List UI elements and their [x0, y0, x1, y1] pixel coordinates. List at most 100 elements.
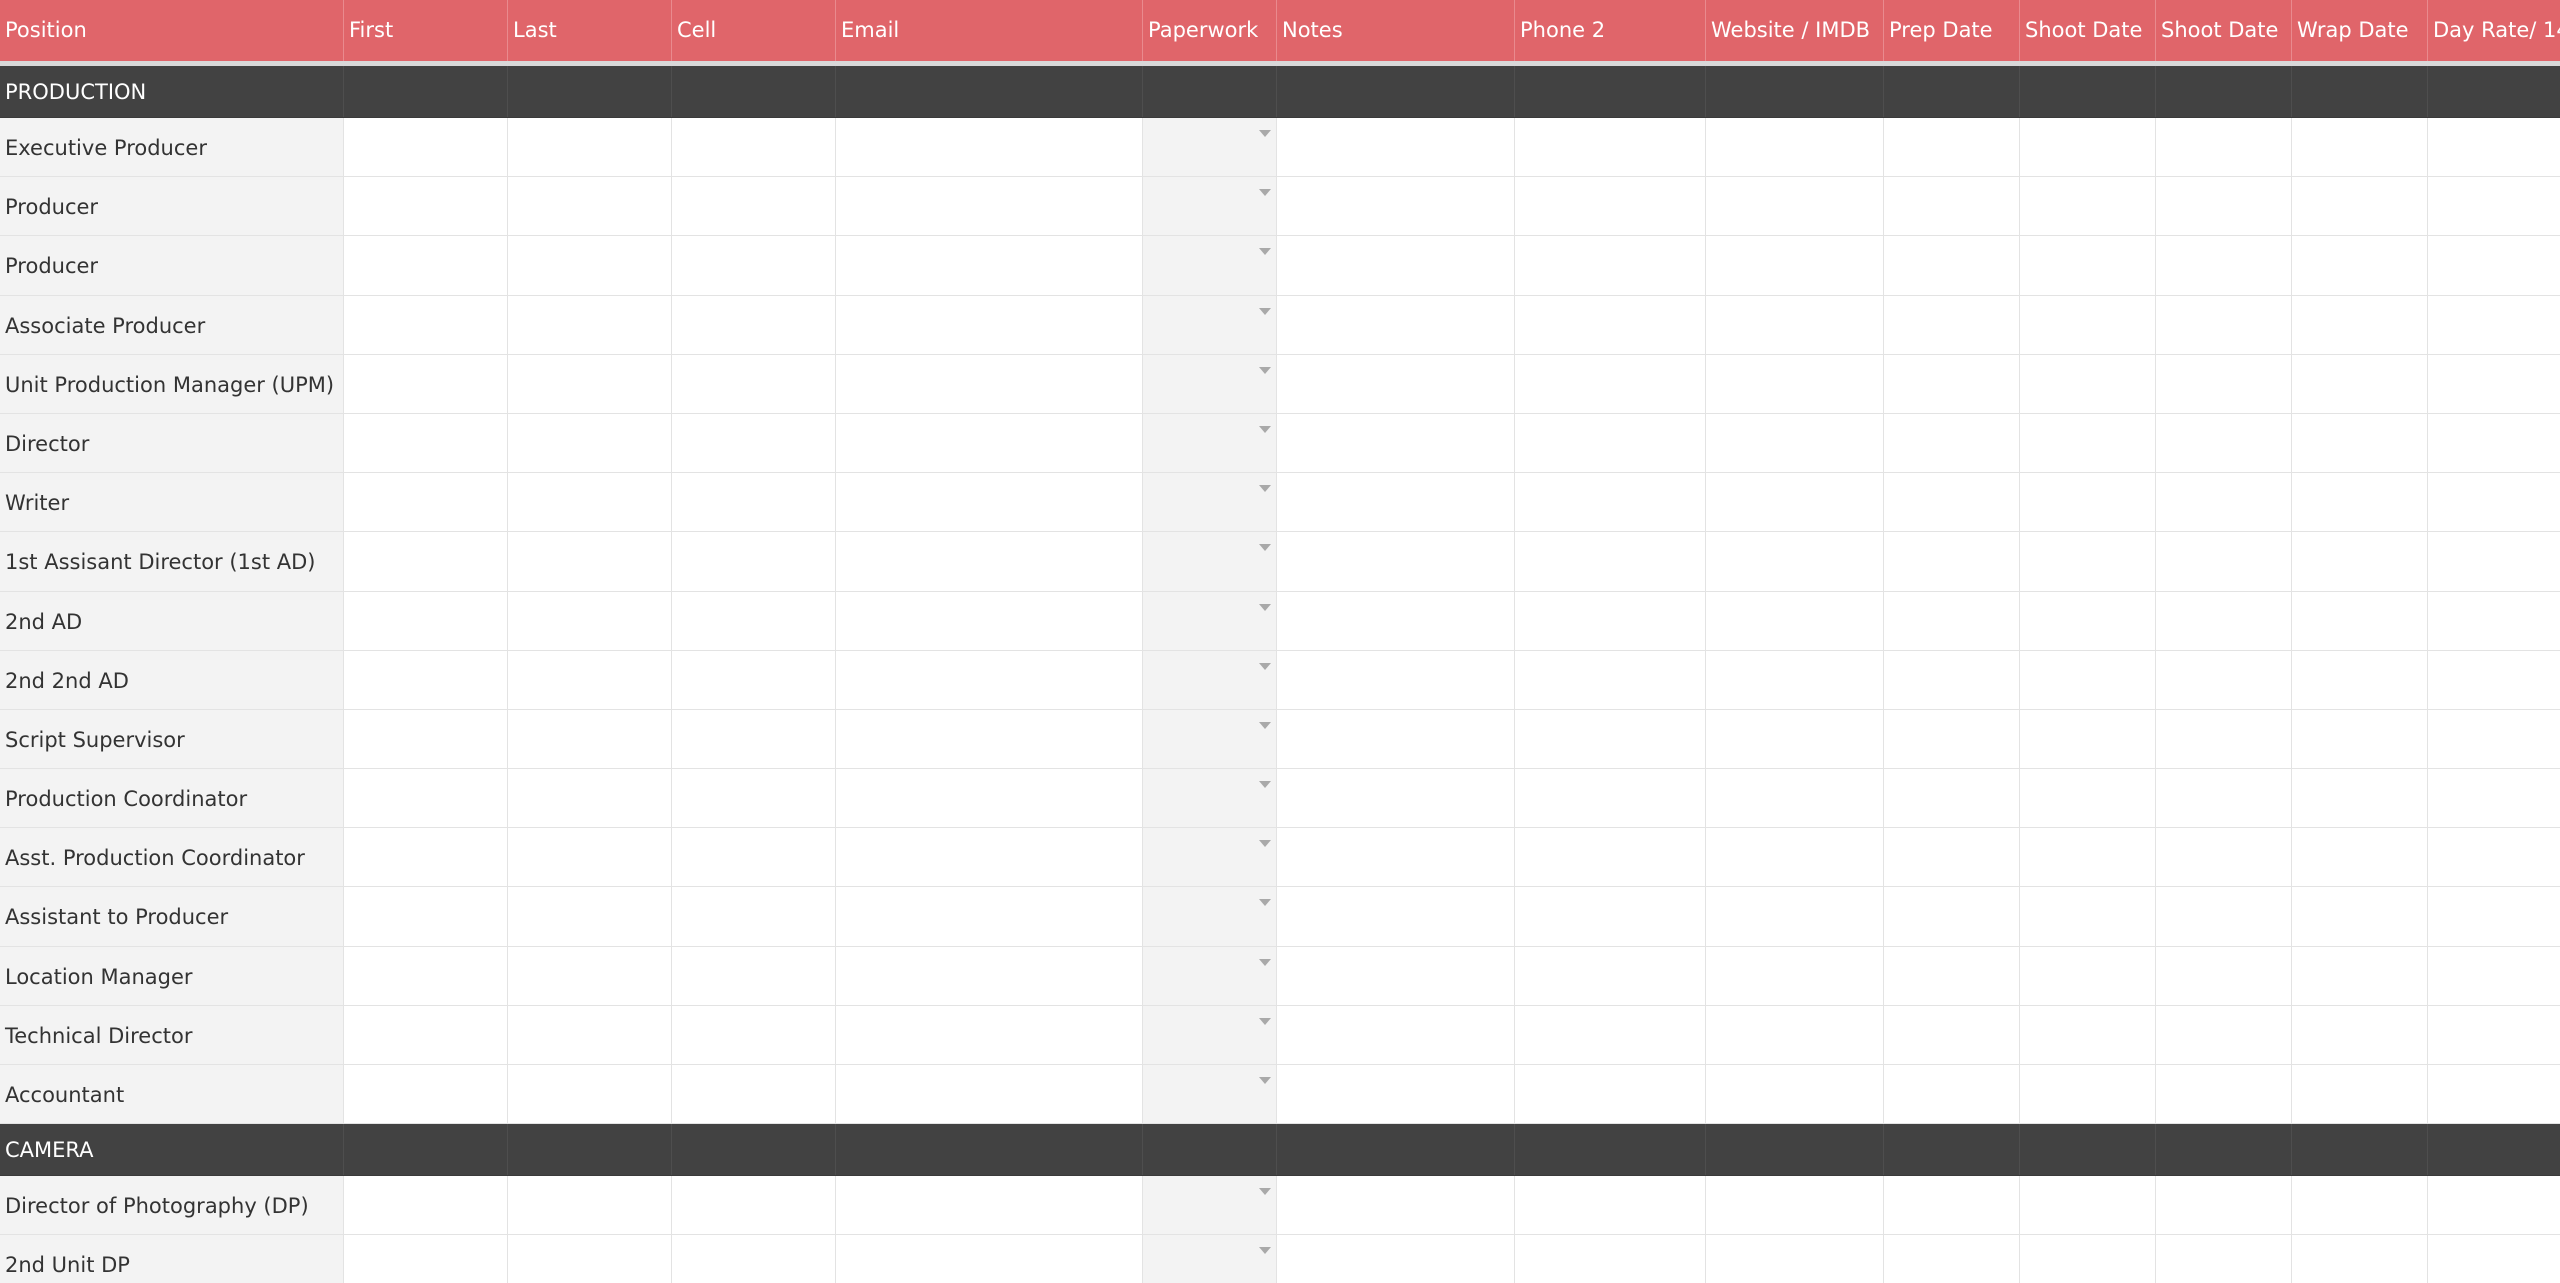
cell-cell[interactable]: [672, 769, 836, 828]
paperwork-dropdown-cell[interactable]: [1143, 1005, 1277, 1064]
cell-prep-date[interactable]: [1884, 118, 2020, 177]
cell-wrap-date[interactable]: [2292, 591, 2428, 650]
cell-shoot-date[interactable]: [2156, 118, 2292, 177]
cell-day-rate-14[interactable]: [2428, 177, 2560, 235]
cell-email[interactable]: [836, 1235, 1143, 1283]
column-header-day-rate-14[interactable]: Day Rate/ 14: [2428, 0, 2560, 61]
cell-last[interactable]: [508, 709, 672, 769]
cell-first[interactable]: [344, 118, 508, 177]
position-cell[interactable]: Associate Producer: [0, 295, 344, 354]
caret-down-icon[interactable]: [1259, 840, 1271, 848]
cell-last[interactable]: [508, 413, 672, 473]
cell-day-rate-14[interactable]: [2428, 828, 2560, 886]
cell-first[interactable]: [344, 473, 508, 532]
caret-down-icon[interactable]: [1259, 721, 1271, 729]
cell-day-rate-14[interactable]: [2428, 592, 2560, 650]
cell-wrap-date[interactable]: [2292, 413, 2428, 473]
cell-email[interactable]: [836, 946, 1143, 1005]
cell-first[interactable]: [344, 887, 508, 946]
caret-down-icon[interactable]: [1259, 485, 1271, 493]
cell-day-rate-14[interactable]: [2428, 1065, 2560, 1123]
cell-wrap-date[interactable]: [2292, 946, 2428, 1005]
section-cell[interactable]: [344, 66, 508, 117]
cell-day-rate-14[interactable]: [2428, 1235, 2560, 1283]
cell-wrap-date[interactable]: [2292, 887, 2428, 946]
cell-wrap-date[interactable]: [2292, 769, 2428, 828]
section-cell[interactable]: [1143, 1124, 1277, 1176]
paperwork-dropdown-cell[interactable]: [1143, 295, 1277, 354]
cell-prep-date[interactable]: [1884, 1065, 2020, 1124]
cell-notes[interactable]: [1277, 946, 1515, 1005]
cell-shoot-date[interactable]: [2020, 887, 2156, 946]
column-header-last[interactable]: Last: [508, 0, 672, 61]
cell-last[interactable]: [508, 1176, 672, 1235]
cell-website-imdb[interactable]: [1706, 354, 1884, 413]
cell-phone-2[interactable]: [1515, 236, 1706, 295]
cell-day-rate-14[interactable]: [2428, 947, 2560, 1005]
cell-email[interactable]: [836, 769, 1143, 828]
cell-shoot-date[interactable]: [2156, 650, 2292, 709]
cell-cell[interactable]: [672, 118, 836, 177]
caret-down-icon[interactable]: [1259, 662, 1271, 670]
caret-down-icon[interactable]: [1259, 1077, 1271, 1084]
position-cell[interactable]: Producer: [0, 177, 344, 236]
cell-shoot-date[interactable]: [2020, 591, 2156, 650]
column-header-shoot-date[interactable]: Shoot Date: [2020, 0, 2156, 61]
column-header-position[interactable]: Position: [0, 0, 344, 61]
section-cell[interactable]: [672, 1124, 836, 1176]
section-cell[interactable]: [2428, 66, 2560, 117]
cell-website-imdb[interactable]: [1706, 1005, 1884, 1064]
section-cell[interactable]: [1143, 66, 1277, 117]
cell-website-imdb[interactable]: [1706, 650, 1884, 709]
cell-last[interactable]: [508, 118, 672, 177]
cell-website-imdb[interactable]: [1706, 1065, 1884, 1124]
cell-day-rate-14[interactable]: [2428, 887, 2560, 945]
column-header-prep-date[interactable]: Prep Date: [1884, 0, 2020, 61]
cell-last[interactable]: [508, 1065, 672, 1124]
section-title[interactable]: PRODUCTION: [0, 66, 344, 117]
section-cell[interactable]: [2020, 66, 2156, 117]
cell-email[interactable]: [836, 650, 1143, 709]
section-cell[interactable]: [836, 66, 1143, 117]
cell-shoot-date[interactable]: [2020, 769, 2156, 828]
cell-shoot-date[interactable]: [2156, 887, 2292, 946]
column-header-shoot-date-2[interactable]: Shoot Date: [2156, 0, 2292, 61]
cell-shoot-date[interactable]: [2156, 295, 2292, 354]
column-header-first[interactable]: First: [344, 0, 508, 61]
cell-last[interactable]: [508, 591, 672, 650]
column-header-paperwork[interactable]: Paperwork: [1143, 0, 1277, 61]
cell-email[interactable]: [836, 887, 1143, 946]
cell-email[interactable]: [836, 828, 1143, 887]
cell-website-imdb[interactable]: [1706, 413, 1884, 473]
cell-wrap-date[interactable]: [2292, 177, 2428, 236]
column-header-email[interactable]: Email: [836, 0, 1143, 61]
cell-notes[interactable]: [1277, 413, 1515, 473]
cell-first[interactable]: [344, 295, 508, 354]
caret-down-icon[interactable]: [1259, 366, 1271, 374]
cell-website-imdb[interactable]: [1706, 532, 1884, 591]
cell-prep-date[interactable]: [1884, 591, 2020, 650]
cell-wrap-date[interactable]: [2292, 1235, 2428, 1283]
cell-cell[interactable]: [672, 709, 836, 769]
position-cell[interactable]: Director of Photography (DP): [0, 1176, 344, 1235]
cell-website-imdb[interactable]: [1706, 591, 1884, 650]
cell-wrap-date[interactable]: [2292, 236, 2428, 295]
cell-phone-2[interactable]: [1515, 828, 1706, 887]
cell-cell[interactable]: [672, 473, 836, 532]
cell-last[interactable]: [508, 354, 672, 413]
cell-cell[interactable]: [672, 532, 836, 591]
cell-wrap-date[interactable]: [2292, 1176, 2428, 1235]
cell-wrap-date[interactable]: [2292, 828, 2428, 887]
cell-phone-2[interactable]: [1515, 532, 1706, 591]
cell-first[interactable]: [344, 177, 508, 236]
cell-notes[interactable]: [1277, 295, 1515, 354]
caret-down-icon[interactable]: [1259, 544, 1271, 552]
cell-shoot-date[interactable]: [2156, 354, 2292, 413]
cell-phone-2[interactable]: [1515, 887, 1706, 946]
cell-day-rate-14[interactable]: [2428, 473, 2560, 531]
caret-down-icon[interactable]: [1259, 899, 1271, 907]
section-cell[interactable]: [1515, 1124, 1706, 1176]
cell-day-rate-14[interactable]: [2428, 1176, 2560, 1234]
position-cell[interactable]: Technical Director: [0, 1005, 344, 1064]
cell-shoot-date[interactable]: [2156, 473, 2292, 532]
